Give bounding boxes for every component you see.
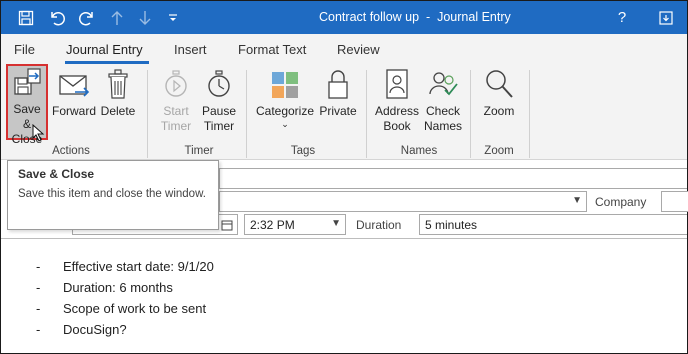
delete-button[interactable]: Delete [99,64,137,140]
dropdown-arrow-icon: ▼ [331,218,341,229]
bullet-dash: - [36,280,41,295]
forward-label: Forward [51,104,96,118]
lock-icon [327,64,349,100]
ribbon-display-options-icon[interactable] [649,1,683,34]
delete-label: Delete [100,104,136,118]
group-label-timer: Timer [184,145,214,157]
group-label-zoom: Zoom [484,145,514,157]
forward-button[interactable]: Forward [51,64,97,140]
save-icon[interactable] [11,1,41,34]
undo-icon[interactable] [43,1,71,34]
company-label: Company [595,195,647,209]
pause-timer-label-1: Pause [201,104,237,118]
duration-value: 5 minutes [425,218,478,232]
group-label-actions: Actions [52,145,90,157]
stopwatch-start-icon [162,64,190,100]
zoom-button[interactable]: Zoom [479,64,519,140]
ribbon: Save & Close Forward Delete Actions Star… [1,64,687,160]
categorize-button[interactable]: Categorize ⌄ [254,64,316,140]
ribbon-tabs: File Journal Entry Insert Format Text Re… [1,34,687,64]
tooltip-body: Save this item and close the window. [18,188,206,200]
form-divider [1,238,687,239]
check-names-button[interactable]: Check Names [421,64,465,140]
tab-format-text[interactable]: Format Text [238,42,306,57]
help-button[interactable]: ? [605,1,639,34]
categorize-icon [270,64,300,100]
window-title: Contract follow up - Journal Entry [319,10,511,24]
pause-timer-button[interactable]: Pause Timer [200,64,238,140]
mouse-cursor-icon [31,123,45,145]
save-close-tooltip: Save & Close Save this item and close th… [7,160,219,230]
duration-select[interactable]: 5 minutes [419,214,687,235]
categorize-label: Categorize [255,104,315,118]
list-item: - DocuSign? [36,319,214,340]
private-button[interactable]: Private [317,64,359,140]
save-close-icon [11,66,43,98]
subject-field[interactable] [219,168,687,189]
tab-insert[interactable]: Insert [174,42,207,57]
trash-icon [106,64,130,100]
tab-file[interactable]: File [14,42,35,57]
private-label: Private [319,104,357,118]
dropdown-arrow-icon: ▼ [572,195,582,206]
up-arrow-icon[interactable] [105,1,129,34]
start-timer-button[interactable]: Start Timer [157,64,195,140]
magnifier-icon [484,64,514,100]
address-book-label-1: Address [374,104,420,118]
group-separator [366,70,367,158]
check-names-label-1: Check [425,104,460,118]
list-item: - Effective start date: 9/1/20 [36,256,214,277]
entry-type-select[interactable]: ▼ [219,191,587,212]
list-item-text: Scope of work to be sent [63,301,207,316]
bullet-dash: - [36,301,41,316]
duration-label: Duration [356,218,402,232]
start-timer-label-2: Timer [160,119,192,133]
group-separator [529,70,530,158]
group-separator [147,70,148,158]
bullet-dash: - [36,259,41,274]
calendar-icon[interactable] [221,219,233,234]
check-names-icon [427,64,459,100]
check-names-label-2: Names [423,119,462,133]
group-separator [246,70,247,158]
group-separator [470,70,471,158]
redo-icon[interactable] [73,1,101,34]
forward-icon [57,64,91,100]
list-item-text: Duration: 6 months [63,280,173,295]
list-item-text: DocuSign? [63,322,127,337]
stopwatch-pause-icon [205,64,233,100]
company-field[interactable] [661,191,688,212]
title-bar: Contract follow up - Journal Entry ? [1,1,687,34]
list-item: - Scope of work to be sent [36,298,214,319]
start-time-select[interactable]: 2:32 PM ▼ [244,214,346,235]
down-arrow-icon[interactable] [133,1,157,34]
chevron-down-icon: ⌄ [281,119,289,129]
address-book-icon [385,64,409,100]
start-timer-label-1: Start [163,104,189,118]
group-label-tags: Tags [290,145,316,157]
notes-body[interactable]: - Effective start date: 9/1/20 - Duration:… [36,256,214,340]
list-item: - Duration: 6 months [36,277,214,298]
address-book-button[interactable]: Address Book [373,64,421,140]
start-time-value: 2:32 PM [250,218,295,232]
list-item-text: Effective start date: 9/1/20 [63,259,214,274]
zoom-label: Zoom [483,104,515,118]
pause-timer-label-2: Timer [203,119,235,133]
tooltip-title: Save & Close [18,167,95,181]
group-label-names: Names [400,145,438,157]
customize-icon[interactable] [163,1,183,34]
tab-journal-entry[interactable]: Journal Entry [66,42,143,57]
tab-review[interactable]: Review [337,42,380,57]
bullet-dash: - [36,322,41,337]
address-book-label-2: Book [383,119,411,133]
